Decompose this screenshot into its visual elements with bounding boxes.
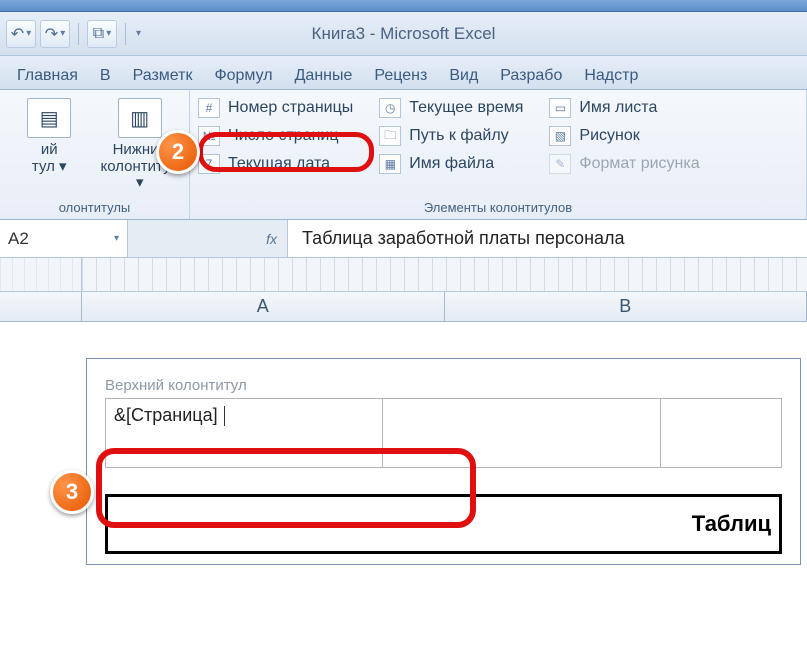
header-center-cell[interactable] (383, 398, 660, 468)
table-caption: Таблиц (692, 511, 771, 537)
sheet-name-label: Имя листа (579, 99, 657, 117)
file-path-button[interactable]: 🗀 Путь к файлу (379, 126, 523, 146)
file-path-label: Путь к файлу (409, 127, 508, 145)
ruler (0, 258, 807, 292)
group-label-elements: Элементы колонтитулов (198, 198, 798, 217)
date-icon: 7 (198, 154, 220, 174)
formula-bar-buttons: fx (128, 220, 288, 257)
current-time-label: Текущее время (409, 99, 523, 117)
header-button[interactable]: ▤ ий тул ▾ (8, 94, 91, 175)
tab-insert[interactable]: В (89, 60, 122, 89)
picture-icon: ▧ (549, 126, 571, 146)
current-time-button[interactable]: ◷ Текущее время (379, 98, 523, 118)
quick-access-toolbar: ↶▾ ↷▾ ⧉▾ ▾ (0, 20, 141, 48)
column-header-a[interactable]: A (82, 292, 445, 321)
picture-button[interactable]: ▧ Рисунок (549, 126, 699, 146)
format-picture-label: Формат рисунка (579, 155, 699, 173)
tab-addins[interactable]: Надстр (573, 60, 649, 89)
header-icon: ▤ (27, 98, 71, 138)
tab-developer[interactable]: Разрабо (489, 60, 573, 89)
page-count-button[interactable]: № Число страниц (198, 126, 353, 146)
ribbon-tabs: Главная В Разметк Формул Данные Реценз В… (0, 56, 807, 90)
column-header-b[interactable]: B (445, 292, 807, 321)
picture-label: Рисунок (579, 127, 639, 145)
tab-review[interactable]: Реценз (363, 60, 438, 89)
format-picture-button: ✎ Формат рисунка (549, 154, 699, 174)
ribbon: ▤ ий тул ▾ ▥ Нижний колонтитул ▾ олонтит… (0, 90, 807, 220)
file-name-button[interactable]: ▦ Имя файла (379, 154, 523, 174)
qat-customize-button[interactable]: ▾ (134, 20, 141, 48)
page-number-label: Номер страницы (228, 99, 353, 117)
tab-data[interactable]: Данные (284, 60, 364, 89)
tab-layout[interactable]: Разметк (122, 60, 204, 89)
title-bar: ↶▾ ↷▾ ⧉▾ ▾ Книга3 - Microsoft Excel (0, 12, 807, 56)
callout-badge-3: 3 (50, 470, 94, 514)
select-all-corner[interactable] (0, 292, 82, 321)
name-box[interactable]: A2 ▾ (0, 220, 128, 257)
formula-row: A2 ▾ fx Таблица заработной платы персона… (0, 220, 807, 258)
header-label-2: тул ▾ (32, 158, 67, 175)
qat-separator (78, 23, 79, 45)
sheet-icon: ▭ (549, 98, 571, 118)
header-grid: &[Страница] (105, 398, 782, 468)
group-label-headers: олонтитулы (8, 198, 181, 217)
name-box-value: A2 (8, 229, 29, 249)
sheet-name-button[interactable]: ▭ Имя листа (549, 98, 699, 118)
content-table: Таблиц (105, 494, 782, 554)
clock-icon: ◷ (379, 98, 401, 118)
tab-view[interactable]: Вид (438, 60, 489, 89)
callout-badge-2: 2 (156, 130, 200, 174)
page-count-icon: № (198, 126, 220, 146)
page-count-label: Число страниц (228, 127, 339, 145)
redo-button[interactable]: ↷▾ (40, 20, 70, 48)
header-left-value: &[Страница] (114, 405, 218, 425)
footer-icon: ▥ (118, 98, 162, 138)
format-picture-icon: ✎ (549, 154, 571, 174)
header-section-label: Верхний колонтитул (105, 377, 782, 394)
page-number-button[interactable]: # Номер страницы (198, 98, 353, 118)
fx-icon[interactable]: fx (266, 231, 277, 247)
tab-home[interactable]: Главная (6, 60, 89, 89)
ruler-horizontal (82, 258, 807, 291)
file-name-label: Имя файла (409, 155, 494, 173)
folder-icon: 🗀 (379, 126, 401, 146)
header-left-cell[interactable]: &[Страница] (105, 398, 383, 468)
ruler-vertical-stub (0, 258, 82, 291)
current-date-button[interactable]: 7 Текущая дата (198, 154, 353, 174)
text-cursor (224, 406, 225, 426)
qat-extra-button[interactable]: ⧉▾ (87, 20, 117, 48)
chevron-down-icon: ▾ (114, 233, 119, 244)
header-right-cell[interactable] (661, 398, 782, 468)
page-layout-card: Верхний колонтитул &[Страница] Таблиц (86, 358, 801, 565)
current-date-label: Текущая дата (228, 155, 330, 173)
worksheet-area[interactable]: Верхний колонтитул &[Страница] Таблиц (0, 322, 807, 662)
file-icon: ▦ (379, 154, 401, 174)
formula-bar[interactable]: Таблица заработной платы персонала (288, 220, 807, 257)
tab-formulas[interactable]: Формул (203, 60, 283, 89)
page-number-icon: # (198, 98, 220, 118)
formula-bar-value: Таблица заработной платы персонала (302, 228, 625, 249)
window-top-strip (0, 0, 807, 12)
undo-button[interactable]: ↶▾ (6, 20, 36, 48)
qat-separator (125, 23, 126, 45)
column-headers: A B (0, 292, 807, 322)
header-label-1: ий (41, 141, 58, 158)
